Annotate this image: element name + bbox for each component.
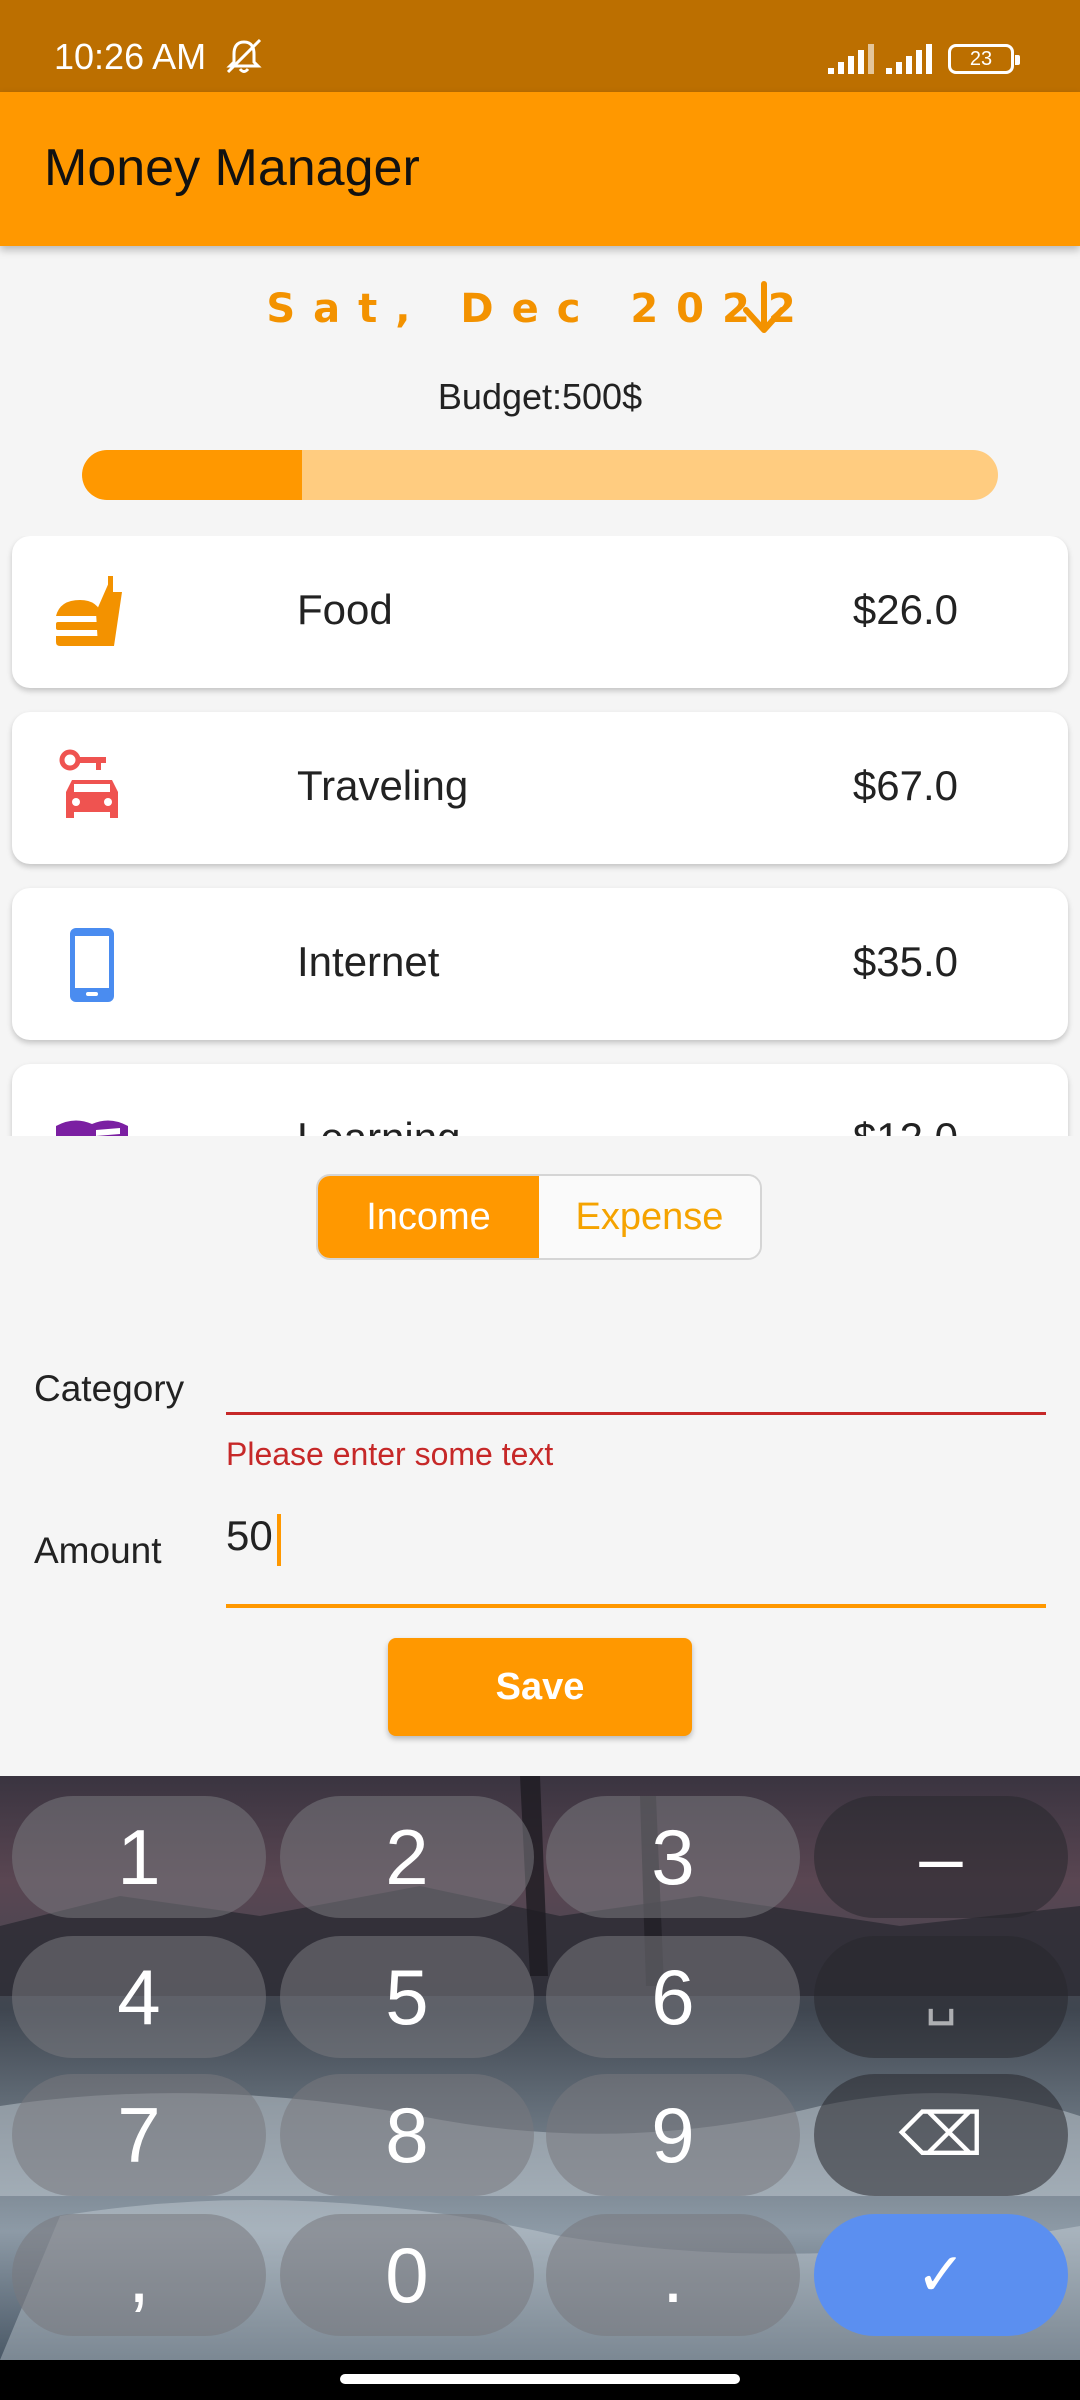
app-bar: Money Manager — [0, 92, 1080, 246]
key-7[interactable]: 7 — [12, 2074, 266, 2196]
signal-icon — [828, 44, 874, 74]
income-tab[interactable]: Income — [318, 1176, 539, 1258]
income-expense-toggle[interactable]: Income Expense — [316, 1174, 762, 1260]
key-9[interactable]: 9 — [546, 2074, 800, 2196]
book-icon — [56, 1120, 128, 1136]
category-amount: $67.0 — [852, 762, 958, 809]
budget-progress-fill — [82, 450, 302, 500]
list-item-food[interactable]: Food $26.0 — [12, 536, 1068, 688]
list-item-traveling[interactable]: Traveling $67.0 — [12, 712, 1068, 864]
date-label: Sat, Dec 2022 — [266, 286, 814, 332]
smartphone-icon — [70, 928, 114, 1002]
amount-field[interactable] — [226, 1500, 1046, 1604]
app-title: Money Manager — [44, 139, 420, 197]
status-time: 10:26 AM — [54, 36, 207, 77]
key-8[interactable]: 8 — [280, 2074, 534, 2196]
category-name: Traveling — [297, 762, 469, 809]
budget-label: Budget:500$ — [437, 376, 643, 417]
key-2[interactable]: 2 — [280, 1796, 534, 1918]
navigation-bar — [0, 2360, 1080, 2400]
category-field[interactable] — [226, 1340, 1046, 1412]
category-amount: $12.0 — [853, 1114, 958, 1136]
amount-underline — [226, 1604, 1046, 1608]
battery-level: 23 — [969, 48, 993, 70]
home-gesture-bar[interactable] — [340, 2374, 740, 2384]
key-0[interactable]: 0 — [280, 2214, 534, 2336]
key-5[interactable]: 5 — [280, 1936, 534, 2058]
key-3[interactable]: 3 — [546, 1796, 800, 1918]
budget-progress-bar — [82, 450, 998, 500]
category-name: Learning — [297, 1114, 460, 1136]
text-cursor — [277, 1514, 281, 1566]
category-list[interactable]: Food $26.0 Traveling $67.0 Internet $35.… — [0, 536, 1080, 1136]
category-error: Please enter some text — [226, 1436, 554, 1472]
expense-tab[interactable]: Expense — [539, 1176, 760, 1258]
category-name: Internet — [297, 938, 440, 985]
amount-field-value: 50 — [226, 1512, 273, 1559]
date-selector[interactable]: Sat, Dec 2022 — [0, 281, 1080, 333]
save-button[interactable]: Save — [388, 1638, 692, 1736]
key-space[interactable]: ␣ — [814, 1936, 1068, 2058]
key-period[interactable]: . — [546, 2214, 800, 2336]
category-amount: $26.0 — [852, 586, 958, 633]
bell-muted-icon — [226, 38, 262, 74]
status-bar: 10:26 AM 23 — [0, 0, 1080, 92]
key-comma[interactable]: , — [12, 2214, 266, 2336]
category-name: Food — [297, 586, 393, 633]
signal-icon-2 — [886, 44, 932, 74]
car-key-icon — [59, 749, 118, 818]
list-item-internet[interactable]: Internet $35.0 — [12, 888, 1068, 1040]
list-item-learning[interactable]: Learning $12.0 — [12, 1064, 1068, 1136]
category-label: Category — [34, 1368, 185, 1409]
category-amount: $35.0 — [852, 938, 958, 985]
key-4[interactable]: 4 — [12, 1936, 266, 2058]
arrow-down-icon[interactable] — [738, 278, 790, 338]
key-minus[interactable]: – — [814, 1796, 1068, 1918]
key-6[interactable]: 6 — [546, 1936, 800, 2058]
key-1[interactable]: 1 — [12, 1796, 266, 1918]
battery-icon: 23 — [948, 44, 1020, 74]
category-underline — [226, 1412, 1046, 1415]
amount-label: Amount — [34, 1530, 162, 1571]
numeric-keyboard: 1 2 3– 4 5 6 ␣ 7 8 9 ⌫, 0. ✓ — [0, 1776, 1080, 2360]
fast-food-icon — [56, 576, 122, 646]
key-backspace[interactable]: ⌫ — [814, 2074, 1068, 2196]
key-done[interactable]: ✓ — [814, 2214, 1068, 2336]
